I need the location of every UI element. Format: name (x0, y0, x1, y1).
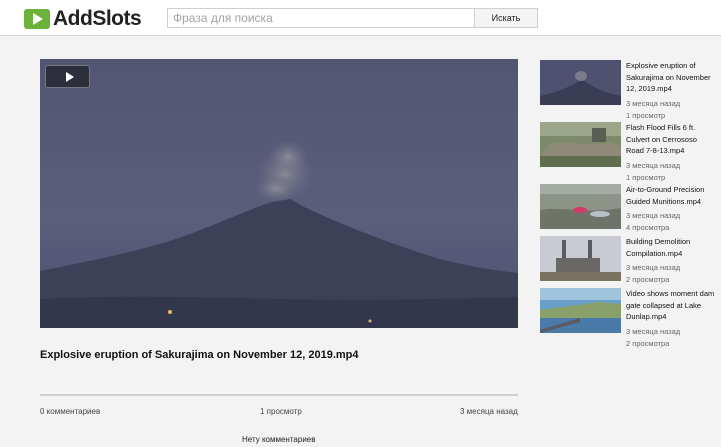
related-video-date: 3 месяца назад (626, 161, 681, 170)
related-video-views: 1 просмотр (626, 173, 666, 182)
play-button[interactable] (45, 65, 90, 88)
related-video-title[interactable]: Air-to-Ground Precision Guided Munitions… (626, 184, 716, 207)
divider (40, 394, 518, 396)
related-video-date: 3 месяца назад (626, 99, 681, 108)
site-header: AddSlots Искать (0, 0, 721, 36)
related-video-title[interactable]: Flash Flood Fills 6 ft. Culvert on Cerro… (626, 122, 716, 157)
video-thumbnail[interactable] (540, 60, 621, 105)
related-video-title[interactable]: Video shows moment dam gate collapsed at… (626, 288, 716, 323)
related-video-views: 2 просмотра (626, 339, 670, 348)
related-video-date: 3 месяца назад (626, 211, 681, 220)
related-video-date: 3 месяца назад (626, 263, 681, 272)
video-frame-volcano (40, 59, 518, 328)
logo-text: AddSlots (53, 7, 142, 30)
search-input[interactable] (167, 8, 475, 28)
related-video-views: 1 просмотр (626, 111, 666, 120)
related-video-title[interactable]: Building Demolition Compilation.mp4 (626, 236, 716, 259)
video-title: Explosive eruption of Sakurajima on Nove… (40, 349, 359, 361)
related-video-views: 4 просмотра (626, 223, 670, 232)
related-video-views: 2 просмотра (626, 275, 670, 284)
play-logo-icon (24, 9, 50, 29)
related-video-date: 3 месяца назад (626, 327, 681, 336)
search-button[interactable]: Искать (475, 8, 538, 28)
video-thumbnail[interactable] (540, 184, 621, 229)
search-bar: Искать (167, 8, 538, 28)
no-comments-message: Нету комментариев (242, 435, 316, 444)
upload-date: 3 месяца назад (460, 407, 518, 416)
video-thumbnail[interactable] (540, 236, 621, 281)
related-video-title[interactable]: Explosive eruption of Sakurajima on Nove… (626, 60, 716, 95)
views-count: 1 просмотр (260, 407, 302, 416)
video-thumbnail[interactable] (540, 288, 621, 333)
site-logo[interactable]: AddSlots (24, 7, 142, 31)
comments-count[interactable]: 0 комментариев (40, 407, 100, 416)
video-thumbnail[interactable] (540, 122, 621, 167)
video-player[interactable] (40, 59, 518, 328)
